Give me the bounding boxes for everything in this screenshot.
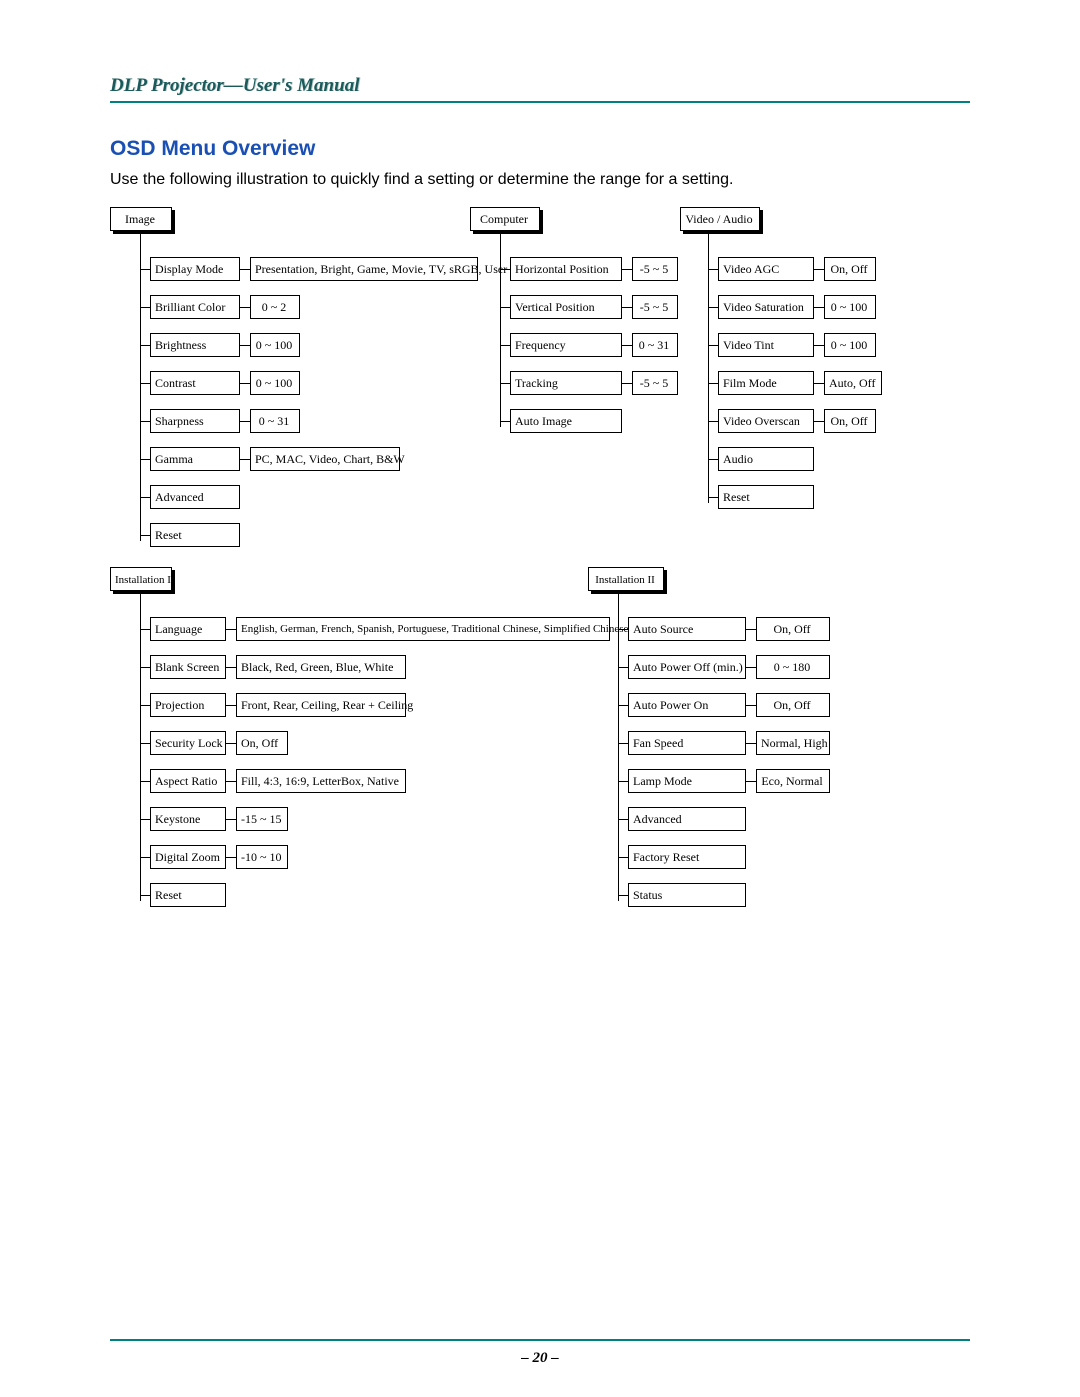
computer-item-frequency: Frequency: [510, 333, 622, 357]
menu-installation-2: Installation II: [588, 567, 664, 591]
page: DLP Projector—User's Manual OSD Menu Ove…: [0, 0, 1080, 1397]
install2-item-auto-power-on: Auto Power On: [628, 693, 746, 717]
image-item-gamma: Gamma: [150, 447, 240, 471]
computer-item-tracking: Tracking: [510, 371, 622, 395]
install1-item-aspect-ratio: Aspect Ratio: [150, 769, 226, 793]
image-range-sharpness: 0 ~ 31: [250, 409, 300, 433]
image-item-advanced: Advanced: [150, 485, 240, 509]
install2-item-advanced: Advanced: [628, 807, 746, 831]
running-header: DLP Projector—User's Manual: [110, 75, 970, 97]
install2-range-auto-power-off: 0 ~ 180: [756, 655, 830, 679]
image-range-contrast: 0 ~ 100: [250, 371, 300, 395]
install1-range-blank-screen: Black, Red, Green, Blue, White: [236, 655, 406, 679]
computer-item-hpos: Horizontal Position: [510, 257, 622, 281]
image-range-brightness: 0 ~ 100: [250, 333, 300, 357]
image-range-brilliant-color: 0 ~ 2: [250, 295, 300, 319]
video-range-saturation: 0 ~ 100: [824, 295, 876, 319]
video-item-tint: Video Tint: [718, 333, 814, 357]
menu-computer: Computer: [470, 207, 540, 231]
install2-range-fan-speed: Normal, High: [756, 731, 830, 755]
video-range-overscan: On, Off: [824, 409, 876, 433]
image-range-gamma: PC, MAC, Video, Chart, B&W: [250, 447, 400, 471]
install2-range-auto-source: On, Off: [756, 617, 830, 641]
video-range-tint: 0 ~ 100: [824, 333, 876, 357]
video-item-audio: Audio: [718, 447, 814, 471]
image-item-sharpness: Sharpness: [150, 409, 240, 433]
install1-item-keystone: Keystone: [150, 807, 226, 831]
image-range-display-mode: Presentation, Bright, Game, Movie, TV, s…: [250, 257, 478, 281]
install1-item-language: Language: [150, 617, 226, 641]
install2-item-lamp-mode: Lamp Mode: [628, 769, 746, 793]
install2-item-status: Status: [628, 883, 746, 907]
image-item-reset: Reset: [150, 523, 240, 547]
image-item-brilliant-color: Brilliant Color: [150, 295, 240, 319]
install2-range-lamp-mode: Eco, Normal: [756, 769, 830, 793]
computer-range-tracking: -5 ~ 5: [632, 371, 678, 395]
video-item-film-mode: Film Mode: [718, 371, 814, 395]
video-item-reset: Reset: [718, 485, 814, 509]
install1-range-aspect-ratio: Fill, 4:3, 16:9, LetterBox, Native: [236, 769, 406, 793]
page-number: – 20 –: [0, 1350, 1080, 1367]
header-rule: [110, 101, 970, 103]
install1-range-language: English, German, French, Spanish, Portug…: [236, 617, 610, 641]
video-item-saturation: Video Saturation: [718, 295, 814, 319]
computer-range-hpos: -5 ~ 5: [632, 257, 678, 281]
intro-text: Use the following illustration to quickl…: [110, 171, 970, 189]
install1-item-reset: Reset: [150, 883, 226, 907]
osd-diagram: Image Display Mode Presentation, Bright,…: [110, 207, 970, 927]
image-item-contrast: Contrast: [150, 371, 240, 395]
computer-item-autoimage: Auto Image: [510, 409, 622, 433]
menu-image: Image: [110, 207, 172, 231]
computer-item-vpos: Vertical Position: [510, 295, 622, 319]
menu-video-audio: Video / Audio: [680, 207, 760, 231]
install1-item-security-lock: Security Lock: [150, 731, 226, 755]
section-title: OSD Menu Overview: [110, 137, 970, 161]
install1-range-digital-zoom: -10 ~ 10: [236, 845, 288, 869]
video-item-overscan: Video Overscan: [718, 409, 814, 433]
video-item-agc: Video AGC: [718, 257, 814, 281]
computer-range-frequency: 0 ~ 31: [632, 333, 678, 357]
image-item-display-mode: Display Mode: [150, 257, 240, 281]
install2-range-auto-power-on: On, Off: [756, 693, 830, 717]
footer-rule: [110, 1339, 970, 1341]
install1-item-digital-zoom: Digital Zoom: [150, 845, 226, 869]
video-range-agc: On, Off: [824, 257, 876, 281]
menu-installation-1: Installation I: [110, 567, 172, 591]
install2-item-auto-power-off: Auto Power Off (min.): [628, 655, 746, 679]
video-range-film-mode: Auto, Off: [824, 371, 882, 395]
install2-item-fan-speed: Fan Speed: [628, 731, 746, 755]
computer-range-vpos: -5 ~ 5: [632, 295, 678, 319]
install2-item-factory-reset: Factory Reset: [628, 845, 746, 869]
install1-range-keystone: -15 ~ 15: [236, 807, 288, 831]
install2-item-auto-source: Auto Source: [628, 617, 746, 641]
install1-range-projection: Front, Rear, Ceiling, Rear + Ceiling: [236, 693, 406, 717]
install1-item-projection: Projection: [150, 693, 226, 717]
install1-range-security-lock: On, Off: [236, 731, 288, 755]
install1-item-blank-screen: Blank Screen: [150, 655, 226, 679]
image-item-brightness: Brightness: [150, 333, 240, 357]
